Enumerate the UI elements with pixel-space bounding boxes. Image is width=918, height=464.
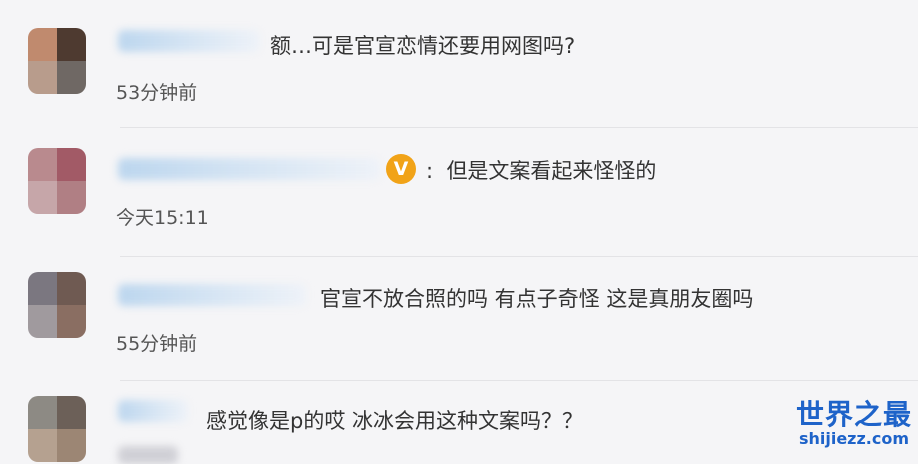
comment-text: 官宣不放合照的吗 有点子奇怪 这是真朋友圈吗 (320, 287, 754, 311)
watermark-title: 世界之最 (795, 398, 912, 431)
avatar[interactable] (28, 272, 86, 338)
divider (120, 380, 918, 381)
username-blurred[interactable] (118, 158, 380, 180)
comment-text: 感觉像是p的哎 冰冰会用这种文案吗？？ (206, 409, 584, 433)
avatar[interactable] (28, 148, 86, 214)
verified-badge-icon: V (386, 154, 416, 184)
comment-time: 55分钟前 (116, 333, 198, 355)
comment-time: 今天15:11 (116, 207, 209, 229)
comment-text: : 但是文案看起来怪怪的 (426, 159, 657, 183)
comment-text-content: 但是文案看起来怪怪的 (446, 159, 657, 183)
username-blurred[interactable] (118, 284, 306, 306)
watermark-logo: 世界之最 shijiezz.com (796, 400, 912, 448)
comment-time-blurred (118, 446, 178, 464)
divider (120, 256, 918, 257)
username-blurred[interactable] (118, 400, 188, 422)
avatar[interactable] (28, 396, 86, 462)
comment-item: 感觉像是p的哎 冰冰会用这种文案吗？？ (0, 0, 918, 464)
watermark-url: shijiezz.com (798, 429, 910, 448)
